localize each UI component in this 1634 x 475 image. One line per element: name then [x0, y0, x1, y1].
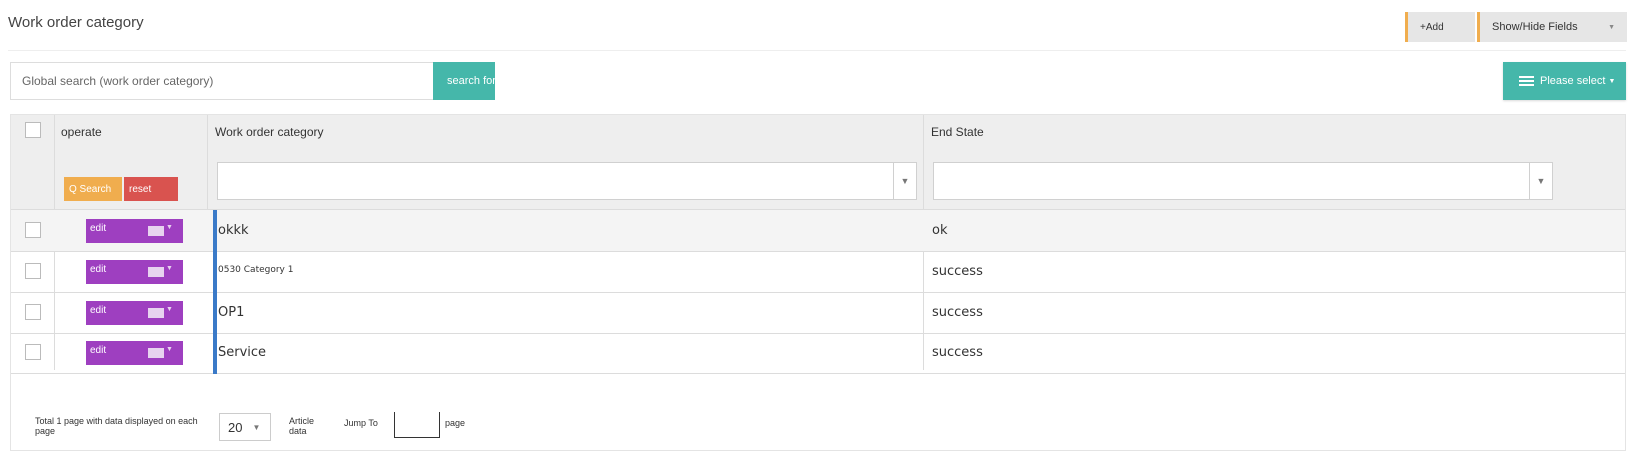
edit-label: edit: [90, 264, 107, 275]
list-icon[interactable]: [148, 308, 164, 318]
row-checkbox[interactable]: [25, 344, 41, 360]
chevron-down-icon: ▼: [252, 422, 261, 432]
chevron-down-icon: ▼: [166, 265, 173, 272]
category-filter-select[interactable]: ▼: [217, 162, 917, 200]
row-accent: [213, 251, 217, 293]
list-icon[interactable]: [148, 226, 164, 236]
column-header-category: Work order category: [215, 125, 324, 139]
page-size-value: 20: [228, 419, 243, 435]
table-row: edit ▼ OP1 success: [11, 292, 1625, 334]
table-row: edit ▼ Service success: [11, 332, 1625, 374]
page-size-select[interactable]: 20 ▼: [219, 413, 271, 441]
edit-label: edit: [90, 223, 107, 234]
page-size-unit: Article data: [289, 416, 315, 436]
add-button[interactable]: +Add: [1405, 12, 1475, 42]
edit-label: edit: [90, 345, 107, 356]
row-checkbox[interactable]: [25, 263, 41, 279]
end-state-filter-select[interactable]: ▼: [933, 162, 1553, 200]
row-checkbox[interactable]: [25, 222, 41, 238]
list-icon: [1519, 75, 1534, 87]
edit-button-group[interactable]: edit ▼: [86, 219, 183, 243]
end-state-cell: success: [932, 264, 983, 279]
search-button-label: search for: [447, 75, 495, 87]
chevron-down-icon: ▼: [166, 346, 173, 353]
row-accent: [213, 292, 217, 334]
filter-reset-button[interactable]: reset: [124, 177, 178, 201]
filter-reset-label: reset: [129, 183, 152, 195]
row-checkbox[interactable]: [25, 304, 41, 320]
edit-button-group[interactable]: edit ▼: [86, 301, 183, 325]
table-header: operate Work order category End State Q …: [11, 115, 1625, 210]
page-label: page: [445, 418, 466, 428]
filter-search-button[interactable]: Q Search: [64, 177, 122, 201]
chevron-down-icon: ▼: [166, 306, 173, 313]
category-cell: 0530 Category 1: [218, 265, 294, 275]
chevron-down-icon: ▼: [1529, 163, 1552, 199]
chevron-down-icon: ▼: [166, 224, 173, 231]
search-button[interactable]: search for: [433, 62, 495, 100]
edit-button-group[interactable]: edit ▼: [86, 341, 183, 365]
row-accent: [213, 210, 217, 252]
edit-label: edit: [90, 305, 107, 316]
chevron-down-icon: ▼: [1608, 77, 1616, 85]
show-hide-fields-label: Show/Hide Fields: [1492, 21, 1578, 33]
filter-search-label: Q Search: [69, 183, 112, 195]
please-select-button[interactable]: Please select ▼: [1503, 62, 1626, 100]
table-row: edit ▼ 0530 Category 1 success: [11, 251, 1625, 293]
list-icon[interactable]: [148, 267, 164, 277]
edit-button-group[interactable]: edit ▼: [86, 260, 183, 284]
show-hide-fields-button[interactable]: Show/Hide Fields ▼: [1477, 12, 1627, 42]
end-state-cell: success: [932, 345, 983, 360]
category-table: operate Work order category End State Q …: [10, 114, 1626, 451]
table-row: edit ▼ okkk ok: [11, 210, 1625, 252]
column-divider: [207, 115, 208, 210]
end-state-cell: ok: [932, 223, 948, 238]
category-cell: Service: [218, 345, 267, 360]
title-divider: [8, 50, 1626, 51]
category-cell: okkk: [218, 223, 249, 238]
global-search-input[interactable]: [10, 62, 434, 100]
chevron-down-icon: ▼: [1608, 23, 1615, 31]
end-state-cell: success: [932, 305, 983, 320]
category-cell: OP1: [218, 305, 245, 320]
please-select-label: Please select: [1540, 75, 1606, 87]
add-button-label: +Add: [1420, 21, 1444, 33]
select-all-checkbox[interactable]: [25, 122, 41, 138]
jump-page-input[interactable]: [394, 412, 440, 438]
row-accent: [213, 332, 217, 374]
list-icon[interactable]: [148, 348, 164, 358]
pagination-summary: Total 1 page with data displayed on each…: [35, 416, 198, 436]
page-title: Work order category: [8, 14, 144, 31]
jump-to-label: Jump To: [344, 418, 378, 428]
chevron-down-icon: ▼: [893, 163, 916, 199]
column-header-end-state: End State: [931, 125, 984, 139]
column-header-operate: operate: [61, 125, 102, 139]
